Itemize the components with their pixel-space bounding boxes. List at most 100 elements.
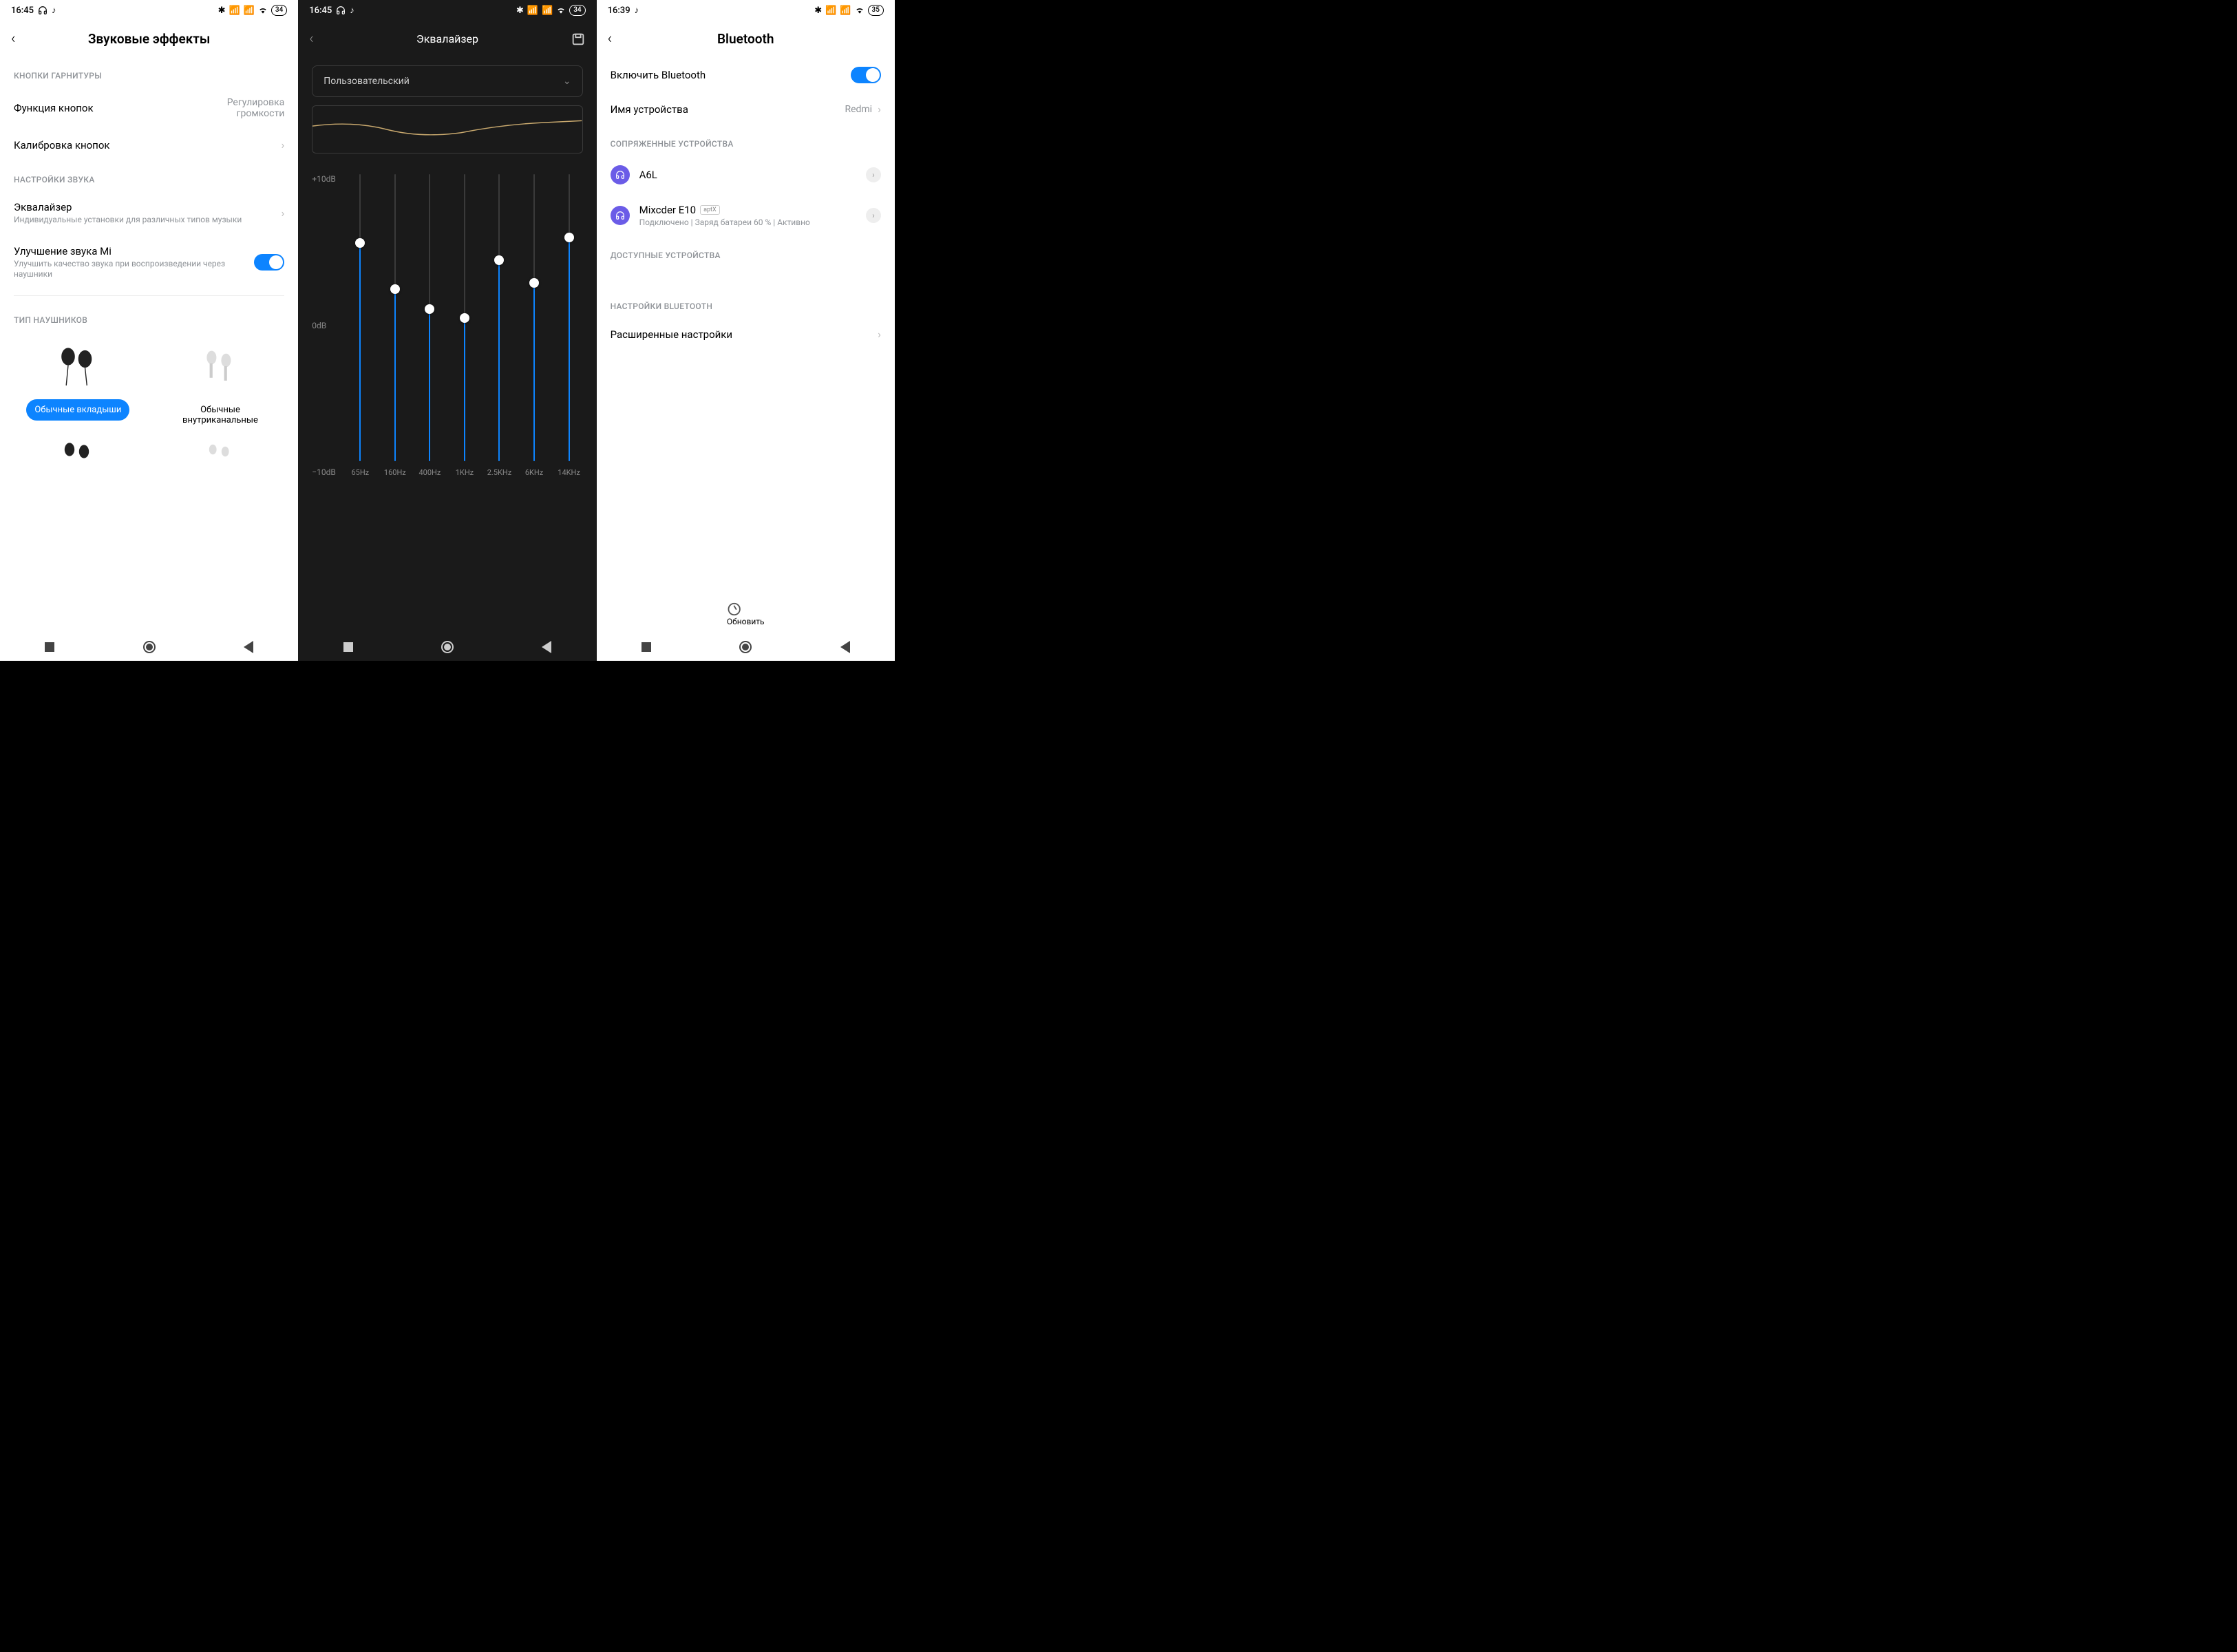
- nav-home-button[interactable]: [142, 640, 156, 654]
- eq-track: [569, 174, 570, 461]
- eq-band[interactable]: 160Hz: [381, 174, 409, 477]
- eq-track: [394, 174, 396, 461]
- refresh-button[interactable]: Обновить: [727, 602, 765, 626]
- nav-back-button[interactable]: [242, 640, 255, 654]
- chevron-right-icon: ›: [878, 328, 881, 341]
- headphone-icon: [38, 6, 47, 15]
- headphone-icon: [336, 6, 346, 15]
- headphone-grid-2: [0, 438, 298, 478]
- device-name: A6L: [639, 169, 856, 181]
- item-title: Эквалайзер: [14, 201, 275, 213]
- signal-icon: 📶: [229, 6, 240, 16]
- item-subtitle: Улучшить качество звука при воспроизведе…: [14, 259, 254, 280]
- item-title: Калибровка кнопок: [14, 139, 275, 151]
- item-subtitle: Индивидуальные установки для различных т…: [14, 215, 275, 226]
- chevron-right-icon: ›: [878, 103, 881, 116]
- eq-band[interactable]: 2.5KHz: [485, 174, 513, 477]
- nav-back-button[interactable]: [838, 640, 852, 654]
- refresh-label: Обновить: [727, 617, 765, 626]
- status-time: 16:39: [608, 6, 630, 16]
- status-bar: 16:45 ♪ ✱ 📶 📶 34: [298, 0, 596, 21]
- equalizer-item[interactable]: Эквалайзер Индивидуальные установки для …: [0, 191, 298, 235]
- eq-band[interactable]: 65Hz: [346, 174, 374, 477]
- signal-icon: 📶: [527, 6, 538, 16]
- device-mixcder[interactable]: Mixcder E10 aptX Подключено | Заряд бата…: [597, 194, 895, 237]
- eq-band[interactable]: 400Hz: [416, 174, 443, 477]
- preset-save-button[interactable]: [571, 32, 586, 47]
- nav-bar: [597, 633, 895, 661]
- y-label-bot: −10dB: [312, 467, 336, 477]
- bluetooth-enable-item: Включить Bluetooth: [597, 57, 895, 93]
- chevron-right-icon: ›: [281, 206, 284, 220]
- earbuds-icon: [14, 339, 142, 394]
- equalizer-screen: 16:45 ♪ ✱ 📶 📶 34 ‹ Эквалайзер Пользовате…: [298, 0, 596, 661]
- mi-sound-toggle[interactable]: [254, 254, 284, 271]
- nav-back-button[interactable]: [540, 640, 553, 654]
- device-a6l[interactable]: A6L ›: [597, 156, 895, 194]
- page-title: Bluetooth: [717, 31, 774, 47]
- nav-recents-button[interactable]: [43, 640, 56, 654]
- eq-track: [464, 174, 465, 461]
- nav-recents-button[interactable]: [341, 640, 355, 654]
- eq-band[interactable]: 1KHz: [451, 174, 478, 477]
- divider: [14, 295, 284, 296]
- eq-freq-label: 400Hz: [418, 468, 441, 477]
- calibration-item[interactable]: Калибровка кнопок ›: [0, 129, 298, 161]
- refresh-icon: [727, 602, 765, 617]
- headphone-earbuds[interactable]: Обычные вкладыши: [14, 339, 142, 431]
- page-title: Звуковые эффекты: [88, 31, 211, 47]
- nav-recents-button[interactable]: [639, 640, 653, 654]
- headphone-option-3[interactable]: [14, 438, 142, 471]
- eq-thumb[interactable]: [390, 284, 400, 294]
- back-button[interactable]: ‹: [608, 30, 613, 47]
- button-function-item[interactable]: Функция кнопок Регулировка громкости: [0, 87, 298, 129]
- eq-freq-label: 160Hz: [384, 468, 406, 477]
- headphone-inear[interactable]: Обычные внутриканальные: [156, 339, 285, 431]
- nav-bar: [298, 633, 596, 661]
- status-time: 16:45: [11, 6, 34, 16]
- section-headset-buttons: КНОПКИ ГАРНИТУРЫ: [0, 57, 298, 87]
- bluetooth-toggle[interactable]: [851, 67, 881, 83]
- music-icon: ♪: [350, 5, 354, 16]
- headphone-option-4[interactable]: [156, 438, 285, 471]
- battery-badge: 34: [569, 5, 585, 16]
- device-settings-button[interactable]: ›: [866, 208, 881, 223]
- headphone-label: Обычные вкладыши: [26, 399, 129, 421]
- eq-thumb[interactable]: [494, 255, 504, 265]
- eq-thumb[interactable]: [355, 238, 365, 248]
- headphone-grid: Обычные вкладыши Обычные внутриканальные: [0, 332, 298, 438]
- sound-effects-screen: 16:45 ♪ ✱ 📶 📶 34 ‹ Звуковые эффекты КНОП…: [0, 0, 298, 661]
- eq-sliders: +10dB 0dB −10dB 65Hz 160Hz 400Hz 1KHz 2.…: [298, 174, 596, 505]
- device-name-value: Redmi: [845, 104, 872, 115]
- signal-icon-2: 📶: [840, 6, 851, 16]
- headphone-icon: [611, 206, 630, 225]
- section-bt-settings: НАСТРОЙКИ BLUETOOTH: [597, 288, 895, 318]
- advanced-settings-item[interactable]: Расширенные настройки ›: [597, 318, 895, 350]
- eq-band[interactable]: 6KHz: [520, 174, 548, 477]
- bluetooth-icon: ✱: [516, 6, 524, 16]
- signal-icon: 📶: [825, 6, 836, 16]
- eq-thumb[interactable]: [460, 313, 469, 323]
- device-name-item[interactable]: Имя устройства Redmi ›: [597, 93, 895, 125]
- eq-freq-label: 14KHz: [558, 468, 580, 477]
- eq-thumb[interactable]: [425, 304, 434, 314]
- bluetooth-icon: ✱: [814, 6, 822, 16]
- section-headphone-type: ТИП НАУШНИКОВ: [0, 301, 298, 332]
- nav-home-button[interactable]: [739, 640, 752, 654]
- section-paired: СОПРЯЖЕННЫЕ УСТРОЙСТВА: [597, 125, 895, 156]
- preset-selector[interactable]: Пользовательский ⌄: [312, 65, 582, 97]
- back-button[interactable]: ‹: [11, 30, 16, 47]
- eq-thumb[interactable]: [529, 278, 539, 288]
- item-title: Улучшение звука Mi: [14, 245, 254, 257]
- eq-band[interactable]: 14KHz: [555, 174, 583, 477]
- header: ‹ Bluetooth: [597, 21, 895, 57]
- eq-thumb[interactable]: [564, 233, 574, 242]
- back-button[interactable]: ‹: [309, 30, 314, 47]
- eq-freq-label: 1KHz: [456, 468, 474, 477]
- chevron-down-icon: ⌄: [563, 76, 571, 87]
- eq-track: [498, 174, 500, 461]
- nav-home-button[interactable]: [441, 640, 454, 654]
- eq-wave-preview: [312, 105, 582, 153]
- device-settings-button[interactable]: ›: [866, 167, 881, 182]
- item-title: Функция кнопок: [14, 102, 202, 114]
